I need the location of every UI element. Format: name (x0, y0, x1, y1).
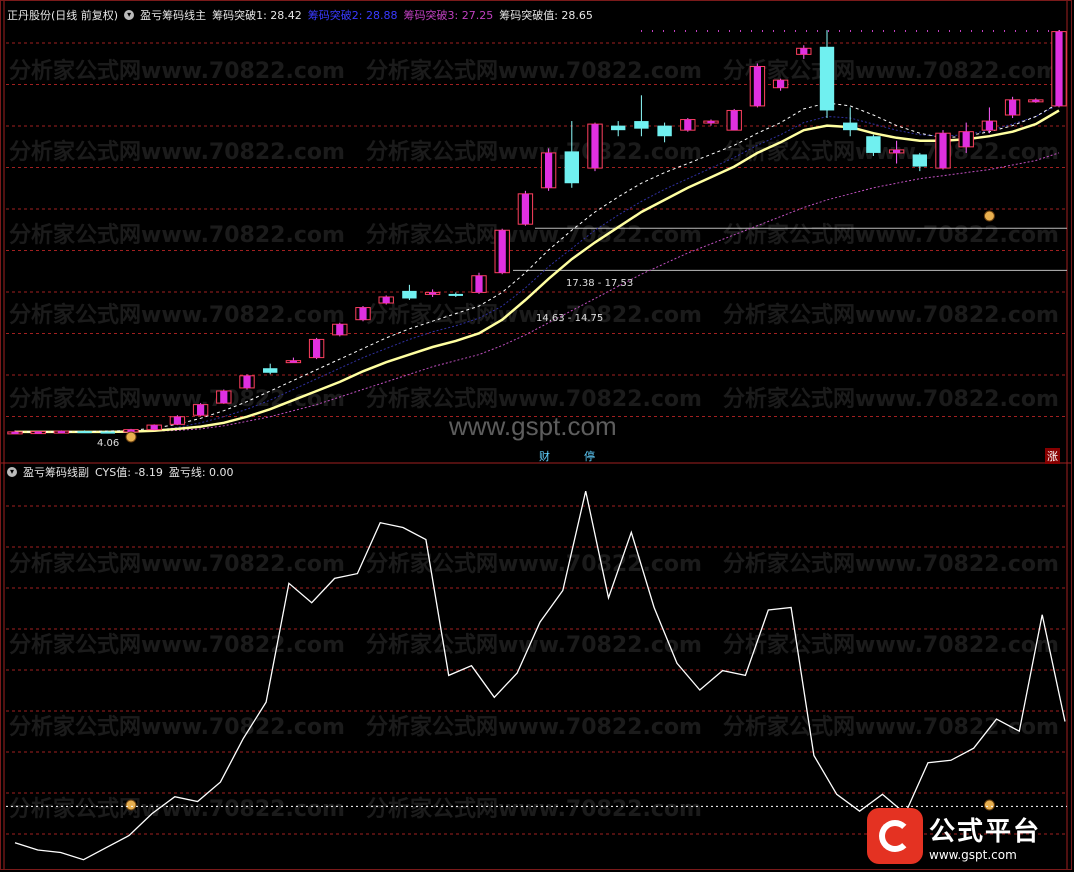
suspension-badge[interactable]: 停 (584, 448, 595, 464)
money-bag-icon (125, 799, 137, 811)
candle-body-fill (893, 149, 901, 153)
candle-body-fill (243, 375, 251, 388)
candle-body-fill (498, 230, 506, 273)
candle-body (912, 154, 927, 167)
logo-text: 公式平台 (929, 816, 1042, 847)
candle-body-fill (962, 131, 970, 147)
candle-body (657, 125, 672, 137)
limit-up-badge[interactable]: 涨 (1045, 448, 1060, 464)
candle-body-fill (11, 431, 19, 434)
candle-body-fill (1032, 99, 1040, 102)
candle-body (402, 290, 417, 299)
candle-body-fill (985, 121, 993, 131)
candle-body-fill (730, 110, 738, 131)
range-label-1: 17.38 - 17.53 (566, 278, 634, 289)
candle-body-fill (429, 292, 437, 295)
candle-body (634, 121, 649, 129)
candle-body (611, 125, 626, 131)
range-label-2: 14.63 - 14.75 (536, 313, 604, 324)
ma-line-yellow (15, 109, 1060, 434)
candle-body (100, 431, 115, 434)
ma-line-blue (15, 103, 1060, 433)
gspt-logo: 公式平台 www.gspt.com (867, 807, 1063, 865)
candle-body (819, 46, 835, 111)
chart-window: 正丹股份(日线 前复权) ▾ 盈亏筹码线主 筹码突破1: 28.42 筹码突破2… (0, 0, 1072, 870)
candle-body-fill (173, 416, 181, 425)
candle-body-fill (57, 431, 65, 434)
money-bag-icon (125, 431, 137, 443)
candle-body-fill (197, 404, 205, 416)
money-bag-icon (983, 210, 995, 222)
candle-body-fill (800, 48, 808, 55)
candle-body-fill (1009, 99, 1017, 116)
candle-body-fill (707, 121, 715, 124)
candle-body (448, 293, 463, 296)
candle-body-fill (150, 425, 158, 430)
candle-body-fill (521, 193, 529, 225)
finance-event-badge[interactable]: 财 (539, 448, 550, 464)
candle-body (843, 122, 858, 131)
candle-body (77, 431, 92, 434)
candle-body-fill (684, 119, 692, 131)
candle-body-fill (220, 390, 228, 404)
candle-body (866, 136, 881, 153)
candle-body-fill (289, 360, 297, 363)
gspt-logo-icon (867, 808, 923, 864)
candle-body-fill (359, 307, 367, 320)
candle-body-fill (591, 124, 599, 169)
low-price-label: 4.06 (97, 438, 120, 449)
candle-body-fill (34, 431, 42, 434)
cys-line (14, 490, 1066, 861)
candle-body (263, 368, 278, 373)
candle-body-fill (545, 152, 553, 188)
candle-body-fill (1055, 31, 1063, 106)
candle-body-fill (336, 324, 344, 335)
candle-body-fill (475, 275, 483, 293)
candle-body-fill (382, 296, 390, 304)
candle-body-fill (777, 80, 785, 88)
site-watermark: www.gspt.com (449, 411, 617, 441)
candle-body-fill (939, 133, 947, 169)
logo-url: www.gspt.com (929, 847, 1017, 862)
candle-body (564, 151, 579, 184)
candle-body-fill (753, 66, 761, 106)
candle-body-fill (313, 339, 321, 358)
